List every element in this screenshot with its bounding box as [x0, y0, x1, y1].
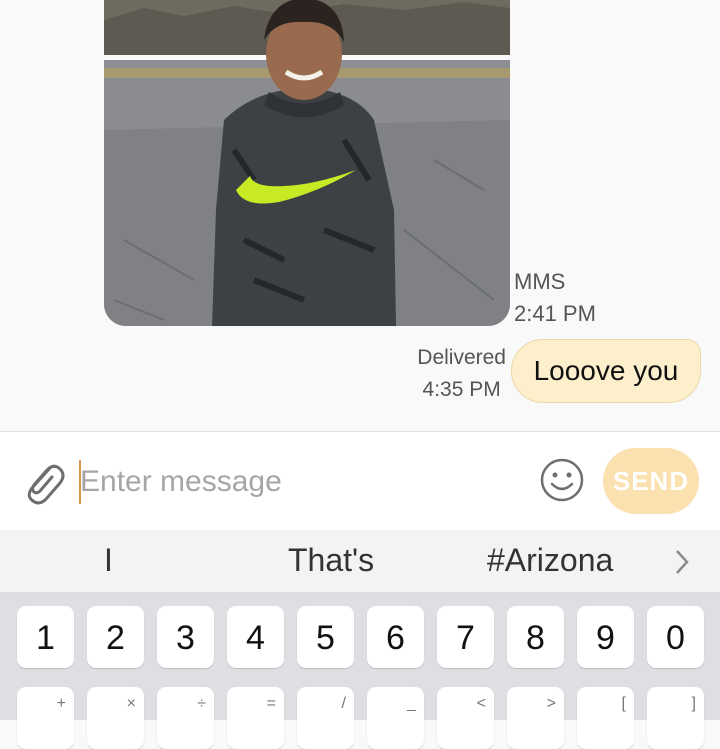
smiley-icon: [540, 458, 584, 502]
message-input[interactable]: [80, 460, 520, 504]
key-4[interactable]: 4: [227, 606, 284, 668]
key-2[interactable]: 2: [87, 606, 144, 668]
key-7[interactable]: 7: [437, 606, 494, 668]
key-less-than[interactable]: <: [437, 687, 494, 749]
photo-image: [104, 0, 510, 326]
chevron-right-icon: [676, 550, 689, 574]
key-greater-than[interactable]: >: [507, 687, 564, 749]
sent-message-meta: Delivered 4:35 PM: [417, 342, 506, 406]
paperclip-icon: [27, 464, 65, 505]
key-5[interactable]: 5: [297, 606, 354, 668]
key-9[interactable]: 9: [577, 606, 634, 668]
suggestion-item[interactable]: That's: [288, 542, 374, 579]
key-slash[interactable]: /: [297, 687, 354, 749]
sent-message-text: Looove you: [533, 355, 679, 386]
suggestion-item[interactable]: I: [104, 542, 113, 579]
key-multiply[interactable]: ×: [87, 687, 144, 749]
keyboard: 1 2 3 4 5 6 7 8 9 0 + × ÷ = / _ < > [ ]: [0, 593, 720, 749]
key-divide[interactable]: ÷: [157, 687, 214, 749]
key-3[interactable]: 3: [157, 606, 214, 668]
sent-message-bubble[interactable]: Looove you: [511, 339, 701, 403]
attach-button[interactable]: [20, 456, 68, 508]
emoji-button[interactable]: [539, 457, 585, 508]
key-open-bracket[interactable]: [: [577, 687, 634, 749]
key-underscore[interactable]: _: [367, 687, 424, 749]
conversation-thread: MMS 2:41 PM Delivered 4:35 PM Looove you: [0, 0, 720, 430]
key-plus[interactable]: +: [17, 687, 74, 749]
mms-timestamp: 2:41 PM: [514, 301, 596, 326]
send-button[interactable]: SEND: [603, 448, 699, 514]
key-1[interactable]: 1: [17, 606, 74, 668]
key-6[interactable]: 6: [367, 606, 424, 668]
key-0[interactable]: 0: [647, 606, 704, 668]
key-equals[interactable]: =: [227, 687, 284, 749]
suggestion-item[interactable]: #Arizona: [487, 542, 613, 579]
predictive-suggestions-bar: I That's #Arizona: [0, 530, 720, 593]
mms-type-label: MMS: [514, 269, 566, 294]
mms-meta: MMS 2:41 PM: [514, 266, 596, 330]
mms-photo[interactable]: [104, 0, 510, 326]
message-composer: SEND: [0, 431, 720, 531]
delivery-status: Delivered: [417, 346, 506, 369]
sent-timestamp: 4:35 PM: [422, 378, 501, 401]
text-cursor: [79, 460, 81, 504]
more-suggestions-button[interactable]: [672, 548, 692, 581]
key-8[interactable]: 8: [507, 606, 564, 668]
key-close-bracket[interactable]: ]: [647, 687, 704, 749]
